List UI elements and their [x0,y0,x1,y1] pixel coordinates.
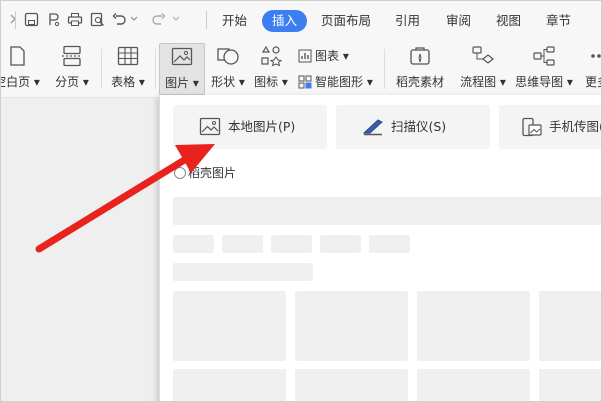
local-picture-label: 本地图片(P) [228,119,296,134]
divider [384,49,385,89]
smart-art-button[interactable]: 智能图形 ▾ [298,72,373,92]
divider [101,49,102,89]
docer-material-button[interactable]: 稻壳素材 [391,43,449,93]
chart-button[interactable]: 图表 ▾ [298,46,349,66]
blank-page-label: 空白页 [1,75,31,89]
category-placeholder [369,235,410,253]
material-icon [410,47,430,65]
more-label: 更多 [585,75,601,89]
scanner-icon [362,119,383,136]
tab-review[interactable]: 审阅 [444,10,473,32]
category-placeholder [271,235,312,253]
category-placeholder [222,235,263,253]
subtitle-placeholder [173,263,313,281]
category-placeholder [173,235,214,253]
document-canvas[interactable] [1,98,159,401]
page-break-label: 分页 [55,75,80,89]
flowchart-button[interactable]: 流程图 ▾ [455,43,511,93]
picture-icon [171,47,193,66]
divider [15,11,16,29]
tab-section[interactable]: 章节 [544,10,573,32]
table-icon [117,46,139,66]
scanner-button[interactable]: 扫描仪(S) [336,105,490,149]
mindmap-icon [533,46,555,66]
thumbnail-placeholder [417,291,530,361]
category-placeholder [320,235,361,253]
shape-label: 形状 [211,75,236,89]
blank-page-icon [10,46,25,66]
thumbnail-placeholder [295,291,408,361]
tab-view[interactable]: 视图 [494,10,523,32]
picture-icon [199,117,221,136]
undo-icon[interactable] [111,11,127,27]
output-pdf-icon[interactable] [45,11,61,27]
shape-icon [217,48,239,65]
page-break-button[interactable]: 分页 ▾ [49,43,95,93]
thumbnail-placeholder [417,369,530,401]
thumbnail-placeholder [539,291,601,361]
title-tab-bar: 开始 插入 页面布局 引用 审阅 视图 章节 [1,1,601,41]
icon-button[interactable]: 图标 ▾ [251,43,291,93]
divider [206,11,207,29]
blank-page-button[interactable]: 空白页 ▾ [1,43,47,93]
thumbnail-placeholder [173,369,286,401]
app-window: 开始 插入 页面布局 引用 审阅 视图 章节 空白页 ▾ 分页 ▾ 表格 ▾ 图… [0,0,602,402]
chart-label: 图表 [315,49,340,63]
tab-home[interactable]: 开始 [220,10,249,32]
phone-transfer-icon [522,117,542,137]
table-button[interactable]: 表格 ▾ [105,43,151,93]
docer-material-label: 稻壳素材 [395,75,444,89]
tab-references[interactable]: 引用 [393,10,422,32]
docer-logo-icon [174,167,186,179]
print-icon[interactable] [67,11,83,27]
mindmap-label: 思维导图 [515,75,564,89]
more-icon [591,54,601,58]
phone-picture-label: 手机传图( [549,119,602,134]
redo-icon[interactable] [151,11,167,27]
flowchart-icon [472,46,494,64]
page-break-icon [62,45,82,67]
picture-dropdown-panel: 本地图片(P) 扫描仪(S) 手机传图( 稻壳图片 [159,95,602,401]
shape-button[interactable]: 形状 ▾ [207,43,249,93]
phone-picture-button[interactable]: 手机传图( [499,105,602,149]
print-preview-icon[interactable] [89,11,105,27]
undo-dropdown-icon[interactable] [129,11,139,27]
picture-button[interactable]: 图片 ▾ [159,43,205,95]
tab-page-layout[interactable]: 页面布局 [319,10,373,32]
insert-ribbon: 空白页 ▾ 分页 ▾ 表格 ▾ 图片 ▾ 形状 ▾ 图标 ▾ 图表 ▾ [1,41,601,98]
chart-icon [298,49,312,63]
tab-insert[interactable]: 插入 [262,10,308,32]
menu-caret-icon[interactable] [5,11,21,27]
smart-art-label: 智能图形 [315,75,364,89]
local-picture-button[interactable]: 本地图片(P) [173,105,327,149]
redo-dropdown-icon[interactable] [171,11,181,27]
thumbnail-placeholder [173,291,286,361]
more-button[interactable]: 更多 [579,43,601,93]
divider [155,49,156,89]
save-icon[interactable] [23,11,39,27]
thumbnail-placeholder [539,369,601,401]
scanner-label: 扫描仪(S) [391,119,447,134]
docer-pictures-title: 稻壳图片 [174,165,236,181]
search-bar-placeholder [173,197,601,225]
thumbnail-placeholder [295,369,408,401]
smart-art-icon [298,75,312,89]
flowchart-label: 流程图 [460,75,497,89]
picture-label: 图片 [165,76,190,90]
icon-library-icon [261,45,283,67]
table-label: 表格 [111,75,136,89]
mindmap-button[interactable]: 思维导图 ▾ [513,43,575,93]
icon-label: 图标 [254,75,279,89]
